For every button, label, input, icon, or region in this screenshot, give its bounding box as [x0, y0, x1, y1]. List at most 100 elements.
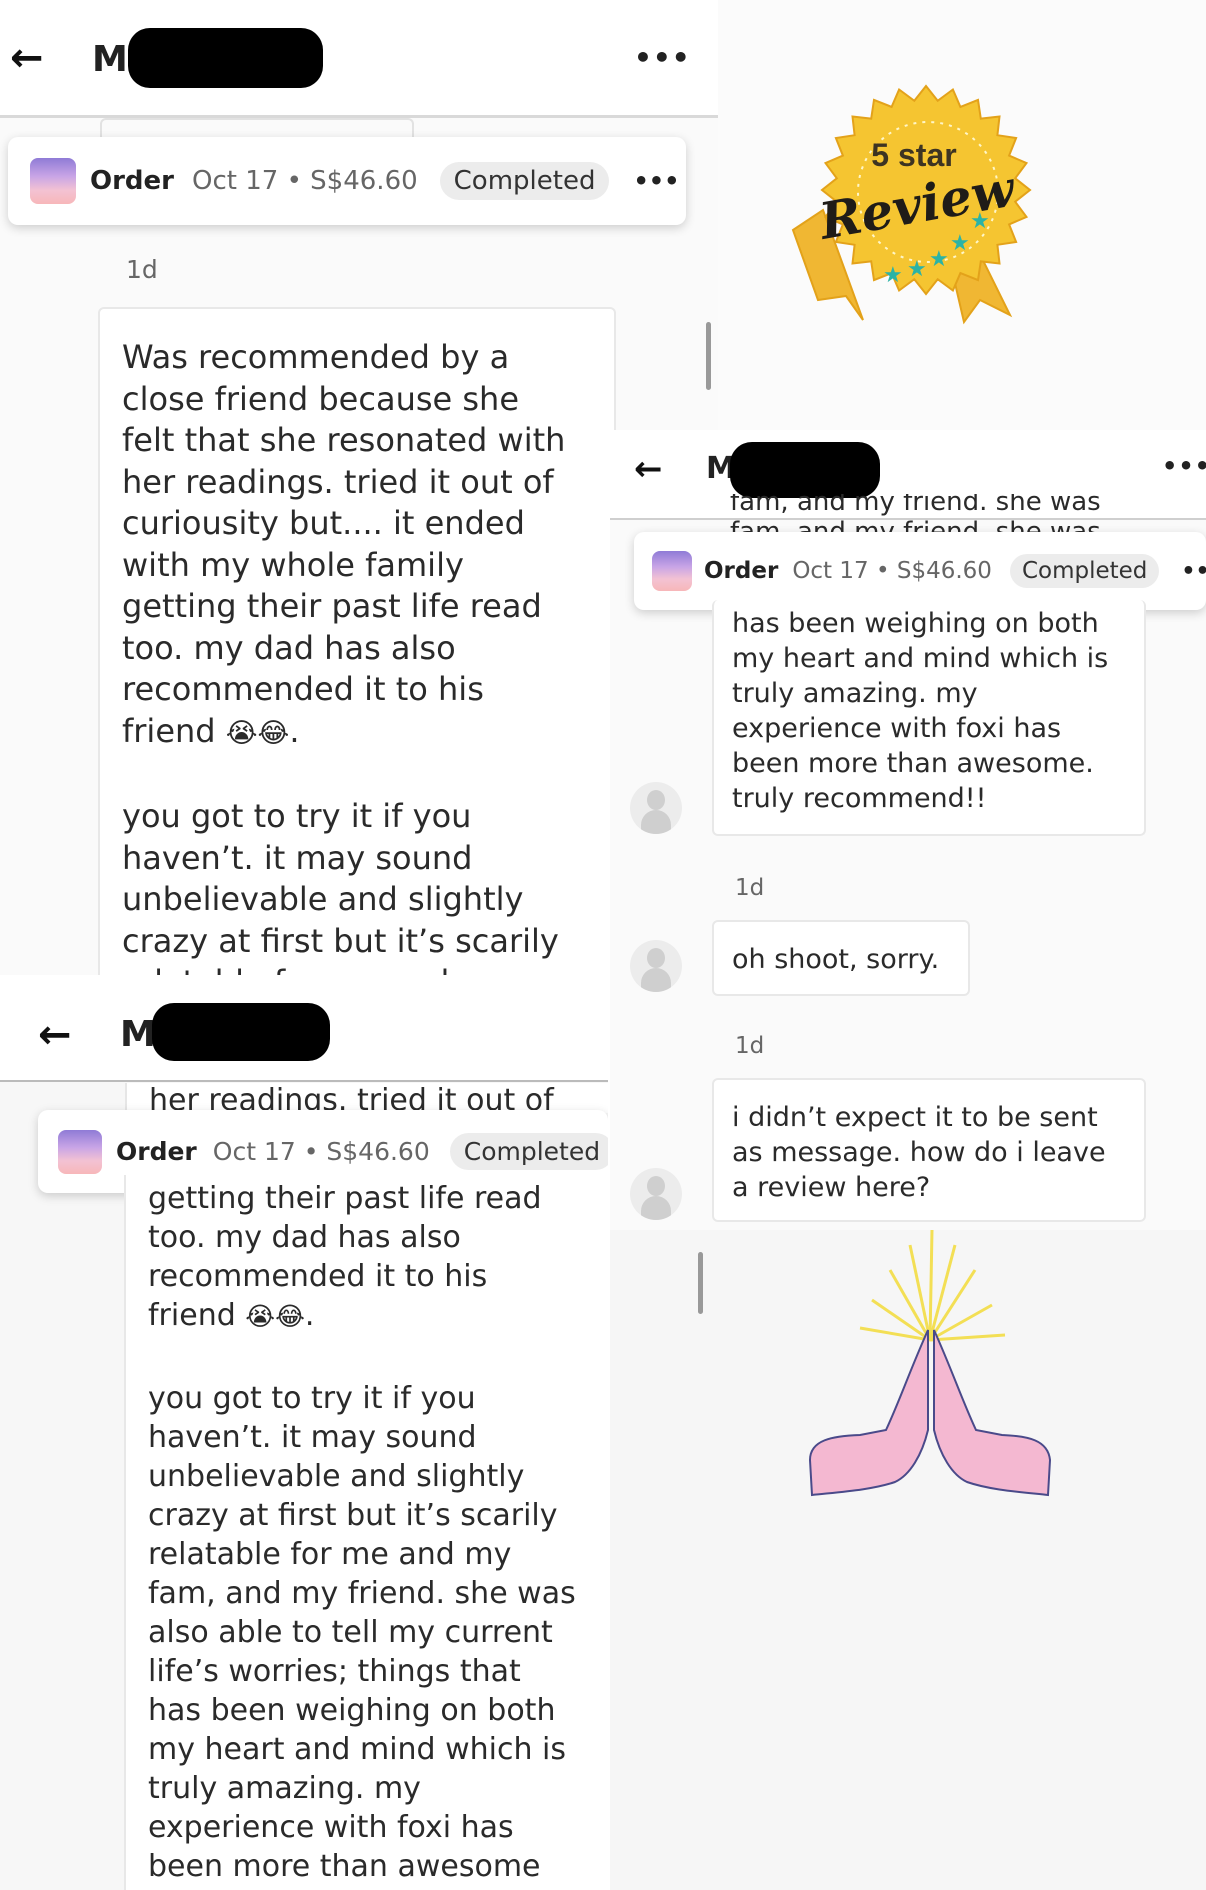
right-hand [933, 1329, 1052, 1497]
prayer-hands-icon [808, 1230, 1052, 1497]
message-line: been more than awesome. [732, 748, 1094, 779]
review-line: felt that she resonated with [122, 421, 566, 459]
review-line: unbelievable and slightly [122, 880, 524, 918]
avatar[interactable] [630, 1168, 682, 1220]
scrollbar[interactable] [698, 1252, 703, 1314]
left-hand [808, 1329, 929, 1497]
review-line: friend 😭😂. [122, 711, 614, 755]
order-meta: Oct 17 • S$46.60 [212, 1137, 430, 1166]
order-more-icon[interactable]: ••• [633, 167, 679, 195]
name-redaction [128, 28, 323, 88]
order-label: Order [704, 558, 779, 584]
crying-emoji-icon: 😭 [245, 1302, 276, 1332]
review-line: recommended it to his [148, 1259, 488, 1294]
message-time: 1d [735, 1033, 765, 1059]
order-thumbnail [30, 158, 76, 204]
star-icon: ★ [929, 247, 949, 272]
contact-name-initial: M [120, 1014, 156, 1055]
review-line: also able to tell my current [148, 1615, 553, 1650]
order-label: Order [90, 166, 174, 196]
review-line: getting their past life read [122, 587, 542, 625]
review-line: with my whole family [122, 545, 464, 584]
message-line: a review here? [732, 1172, 931, 1203]
message-line: i didn’t expect it to be sent [732, 1102, 1098, 1133]
avatar[interactable] [630, 782, 682, 834]
name-redaction [730, 442, 880, 498]
period: . [289, 711, 300, 750]
message-line: my heart and mind which is [732, 643, 1109, 674]
star-icon: ★ [950, 231, 970, 256]
chat-screenshot-2: ← M her readings. tried it out of Order … [0, 975, 608, 1890]
message-line: truly recommend!! [732, 783, 987, 814]
back-arrow-icon[interactable]: ← [634, 452, 663, 486]
avatar[interactable] [630, 940, 682, 992]
review-line: recommended it to his [122, 670, 484, 708]
message-bubble: oh shoot, sorry. [712, 920, 970, 996]
message-bubble: has been weighing on both my heart and m… [712, 600, 1146, 836]
review-line: too. my dad has also [148, 1220, 461, 1255]
star-icon: ★ [907, 257, 927, 282]
order-thumbnail [58, 1129, 102, 1174]
message-line: as message. how do i leave [732, 1137, 1106, 1168]
bubble-edge: her readings. tried it out of [125, 1083, 608, 1113]
friend-word: friend [148, 1298, 236, 1333]
review-line: life’s worries; things that [148, 1654, 521, 1689]
review-line: truly amazing. my [148, 1771, 421, 1806]
status-badge: Completed [1009, 554, 1160, 588]
review-line: close friend because she [122, 379, 520, 418]
laughing-emoji-icon: 😂 [257, 717, 290, 749]
bubble-edge: fam, and my friend. she was [730, 494, 1130, 518]
friend-word: friend [122, 711, 216, 750]
contact-name-initial: M [92, 39, 128, 80]
laughing-emoji-icon: 😂 [275, 1302, 305, 1332]
review-line: haven’t. it may sound [122, 838, 473, 877]
review-line: curiousity but.... it ended [122, 504, 525, 542]
review-line: crazy at first but it’s scarily [148, 1498, 558, 1533]
review-line: experience with foxi has [148, 1810, 514, 1845]
review-line: friend 😭😂. [148, 1296, 608, 1337]
review-line: too. my dad has also [122, 628, 456, 667]
status-badge: Completed [439, 162, 610, 200]
order-card[interactable]: Order Oct 17 • S$46.60 Completed ••• [634, 532, 1206, 610]
message-line: truly amazing. my [732, 678, 978, 709]
order-meta: Oct 17 • S$46.60 [192, 166, 418, 196]
five-star-review-badge: 5 star Review ★ ★ ★ ★ ★ [718, 0, 1206, 430]
status-badge: Completed [449, 1133, 608, 1170]
review-line: relatable for me and my [148, 1537, 512, 1572]
back-arrow-icon[interactable]: ← [10, 38, 44, 78]
order-thumbnail [652, 551, 692, 591]
cut-line: fam, and my friend. she was [730, 494, 1101, 517]
review-line: my heart and mind which is [148, 1732, 567, 1767]
review-line: haven’t. it may sound [148, 1420, 477, 1455]
order-label: Order [116, 1137, 197, 1166]
more-options-icon[interactable]: ••• [1162, 454, 1206, 478]
review-badge-graphic: 5 star Review ★ ★ ★ ★ ★ [791, 84, 1032, 325]
review-line: you got to try it if you [122, 797, 472, 835]
message-line: experience with foxi has [732, 713, 1062, 744]
back-arrow-icon[interactable]: ← [38, 1015, 72, 1055]
review-line: been more than awesome [148, 1849, 541, 1884]
review-line: unbelievable and slightly [148, 1459, 525, 1494]
message-bubble: getting their past life read too. my dad… [124, 1175, 608, 1890]
review-line: crazy at first but it’s scarily [122, 921, 559, 960]
badge-top-text: 5 star [871, 137, 956, 173]
message-line: has been weighing on both [732, 608, 1099, 639]
star-icon: ★ [883, 263, 903, 288]
order-card[interactable]: Order Oct 17 • S$46.60 Completed ••• [8, 137, 686, 225]
chat-header: ← M [0, 975, 608, 1082]
chat-header: ← M ••• [0, 0, 718, 118]
crying-emoji-icon: 😭 [225, 717, 258, 749]
scrollbar[interactable] [706, 322, 711, 390]
review-line: her readings. tried it out of [122, 462, 554, 501]
message-time: 1d [735, 875, 765, 901]
message-time: 1d [126, 255, 158, 284]
review-line: relatable for me and my [122, 962, 614, 975]
more-options-icon[interactable]: ••• [634, 44, 691, 72]
order-more-icon[interactable]: ••• [1181, 559, 1206, 584]
prayer-hands-area [610, 1230, 1206, 1890]
review-line: fam, and my friend. she was [148, 1576, 576, 1611]
name-redaction [152, 1003, 330, 1061]
review-line: has been weighing on both [148, 1693, 556, 1728]
